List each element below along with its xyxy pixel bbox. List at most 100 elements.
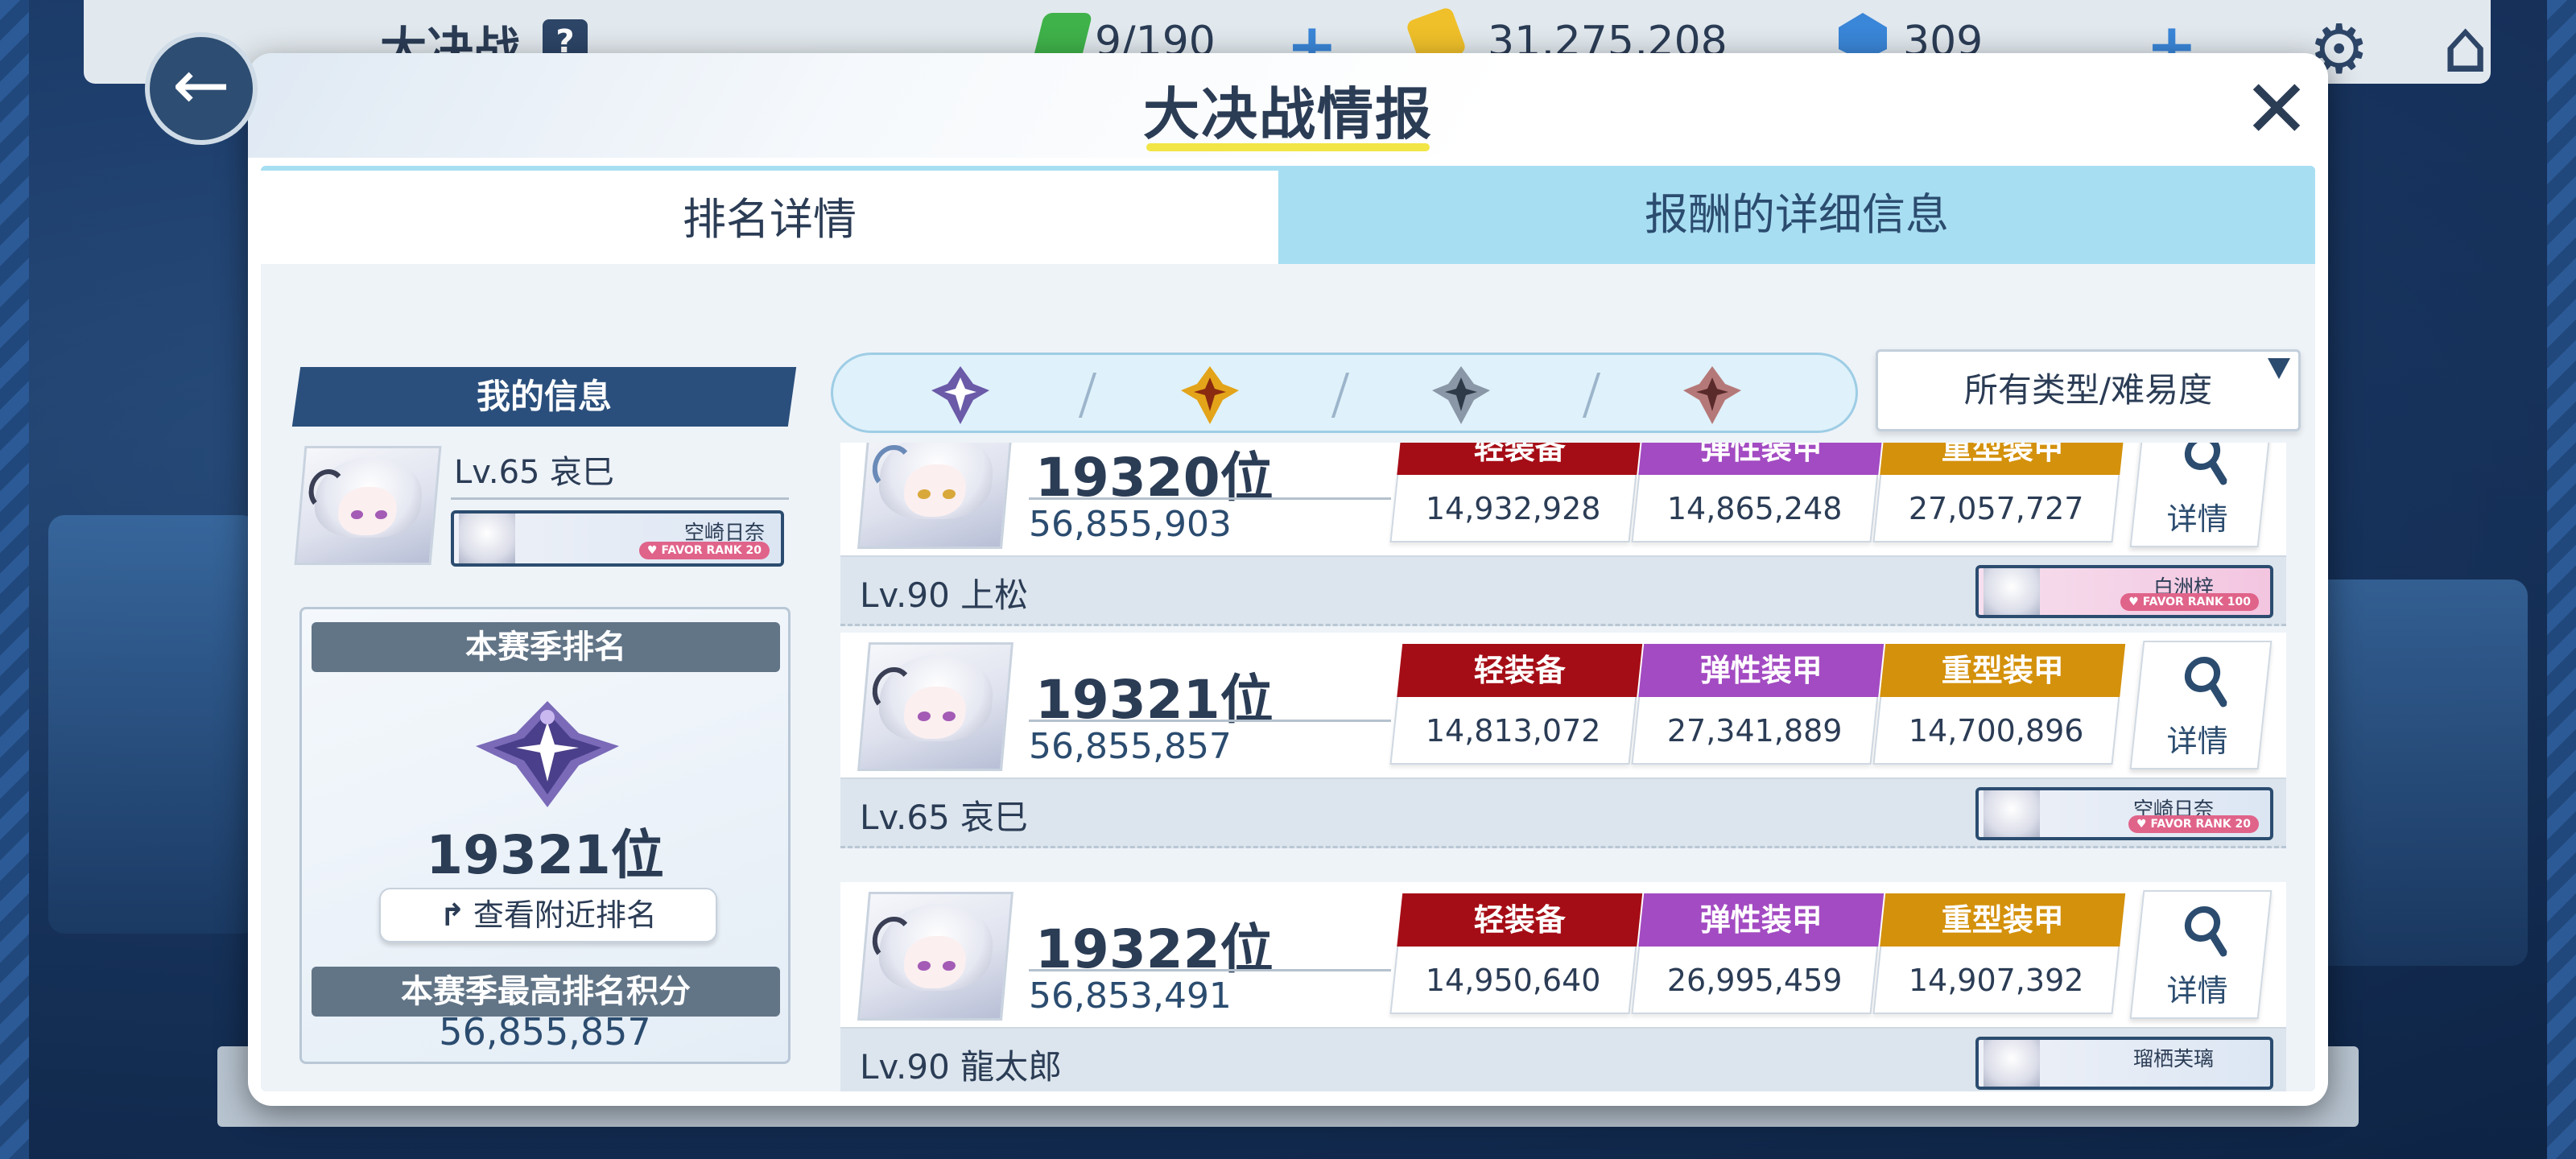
battle-info-modal: 大决战情报 ✕ 排名详情 报酬的详细信息 我的信息 Lv.65 哀巳 空崎日奈 … <box>248 53 2328 1106</box>
modal-title: 大决战情报 <box>1143 81 1433 147</box>
detail-button[interactable]: 详情 <box>2129 443 2273 547</box>
tab-reward-details[interactable]: 报酬的详细信息 <box>1278 166 2315 264</box>
rank-divider <box>1029 497 1391 500</box>
bronze-tier-filter-icon[interactable] <box>1680 363 1744 427</box>
avatar <box>857 892 1013 1021</box>
heavy-armor-score: 重型装甲 27,057,727 <box>1872 443 2126 547</box>
player-level-name: Lv.65 哀巳 <box>860 798 1029 837</box>
favor-student-name: 瑠栖芙璃 <box>2132 1047 2214 1070</box>
platinum-tier-filter-icon[interactable] <box>928 363 993 427</box>
total-score: 56,855,903 <box>1029 504 1232 545</box>
player-info-bar: Lv.65 哀巳 空崎日奈 ♥ FAVOR RANK 20 <box>840 779 2286 848</box>
light-armor-label: 轻装备 <box>1473 443 1566 466</box>
tab-ranking-details[interactable]: 排名详情 <box>261 166 1278 264</box>
light-armor-label: 轻装备 <box>1473 653 1566 688</box>
avatar <box>857 642 1013 771</box>
ranking-list[interactable]: 19320位 56,855,903 轻装备 14,932,928 弹性装甲 14… <box>831 443 2297 1091</box>
season-best-score: 56,855,857 <box>439 1010 651 1054</box>
light-armor-score: 轻装备 14,950,640 <box>1389 893 1643 1019</box>
light-armor-value: 14,950,640 <box>1426 963 1601 998</box>
heavy-armor-score: 重型装甲 14,700,896 <box>1872 644 2126 769</box>
elastic-armor-value: 27,341,889 <box>1667 713 1843 749</box>
light-armor-label: 轻装备 <box>1473 902 1566 938</box>
background-stripe-right <box>2547 0 2576 1159</box>
elastic-armor-label: 弹性装甲 <box>1699 443 1823 466</box>
back-arrow-icon[interactable]: ← <box>145 32 258 145</box>
filter-separator <box>1331 373 1350 418</box>
favor-student-thumb <box>459 514 515 563</box>
light-armor-score: 轻装备 14,813,072 <box>1389 644 1643 769</box>
view-nearby-ranking-button[interactable]: ↱ 查看附近排名 <box>379 888 717 942</box>
favor-plate: 空崎日奈 ♥ FAVOR RANK 20 <box>1975 787 2273 840</box>
view-nearby-label: 查看附近排名 <box>473 897 657 933</box>
player-level-name: Lv.90 上松 <box>860 575 1029 615</box>
background-console-right <box>2302 580 2528 966</box>
total-score: 56,855,857 <box>1029 726 1232 767</box>
silver-tier-filter-icon[interactable] <box>1429 363 1493 427</box>
my-level-name: Lv.65 哀巳 <box>454 454 615 491</box>
season-rank-label: 本赛季排名 <box>312 622 780 672</box>
light-armor-value: 14,813,072 <box>1426 713 1601 749</box>
favor-rank-badge: ♥ FAVOR RANK 20 <box>639 542 770 559</box>
share-arrow-icon: ↱ <box>440 897 465 933</box>
rank-position: 19321位 <box>1035 669 1274 731</box>
elastic-armor-score: 弹性装甲 14,865,248 <box>1631 443 1885 547</box>
light-armor-score: 轻装备 14,932,928 <box>1389 443 1643 547</box>
favor-student-thumb <box>1984 568 2040 615</box>
dropdown-triangle-icon <box>2268 358 2290 379</box>
elastic-armor-label: 弹性装甲 <box>1699 902 1823 938</box>
total-score: 56,853,491 <box>1029 975 1232 1017</box>
search-icon <box>2184 443 2227 485</box>
avatar <box>294 446 442 565</box>
rank-divider <box>1029 969 1391 971</box>
heavy-armor-label: 重型装甲 <box>1941 902 2064 938</box>
favor-student-thumb <box>1984 1040 2040 1087</box>
tier-filter-bar <box>831 353 1858 433</box>
player-info-bar: Lv.90 上松 白洲梓 ♥ FAVOR RANK 100 <box>840 557 2286 626</box>
name-divider <box>451 497 789 500</box>
rank-divider <box>1029 720 1391 722</box>
ranking-card: 19321位 56,855,857 轻装备 14,813,072 弹性装甲 27… <box>840 633 2286 779</box>
type-difficulty-label: 所有类型/难易度 <box>1963 370 2213 410</box>
heavy-armor-score: 重型装甲 14,907,392 <box>1872 893 2126 1019</box>
filter-separator <box>1582 373 1601 418</box>
home-icon[interactable]: ⌂ <box>2442 5 2488 89</box>
detail-button[interactable]: 详情 <box>2129 641 2273 769</box>
detail-label: 详情 <box>2166 724 2228 759</box>
my-info-header: 我的信息 <box>291 367 797 427</box>
my-info-header-label: 我的信息 <box>476 377 612 416</box>
type-difficulty-dropdown[interactable]: 所有类型/难易度 <box>1876 349 2301 431</box>
detail-label: 详情 <box>2166 501 2228 537</box>
heavy-armor-label: 重型装甲 <box>1941 443 2064 466</box>
ranking-card: 19320位 56,855,903 轻装备 14,932,928 弹性装甲 14… <box>840 443 2286 557</box>
heavy-armor-value: 27,057,727 <box>1909 491 2084 526</box>
gold-tier-filter-icon[interactable] <box>1178 363 1242 427</box>
search-icon <box>2184 906 2227 957</box>
ranking-card: 19322位 56,853,491 轻装备 14,950,640 弹性装甲 26… <box>840 882 2286 1029</box>
platinum-rank-emblem-icon <box>476 701 619 807</box>
favor-plate: 白洲梓 ♥ FAVOR RANK 100 <box>1975 565 2273 618</box>
favor-rank-badge: ♥ FAVOR RANK 20 <box>2128 815 2259 833</box>
title-underline <box>1146 143 1430 151</box>
rank-position: 19320位 <box>1035 447 1274 509</box>
player-info-bar: Lv.90 龍太郎 瑠栖芙璃 <box>840 1029 2286 1091</box>
background-stripe-left <box>0 0 29 1159</box>
modal-header: 大决战情报 ✕ <box>248 53 2328 158</box>
favor-student-thumb <box>1984 790 2040 837</box>
player-level-name: Lv.90 龍太郎 <box>860 1047 1063 1087</box>
filter-separator <box>1078 373 1097 418</box>
elastic-armor-label: 弹性装甲 <box>1699 653 1823 688</box>
favor-plate: 空崎日奈 ♥ FAVOR RANK 20 <box>451 510 784 567</box>
favor-rank-badge: ♥ FAVOR RANK 100 <box>2120 593 2259 611</box>
avatar <box>857 443 1013 549</box>
favor-plate: 瑠栖芙璃 <box>1975 1037 2273 1090</box>
heavy-armor-value: 14,700,896 <box>1909 713 2084 749</box>
heavy-armor-label: 重型装甲 <box>1941 653 2064 688</box>
elastic-armor-value: 14,865,248 <box>1667 491 1843 526</box>
heavy-armor-value: 14,907,392 <box>1909 963 2084 998</box>
close-icon[interactable]: ✕ <box>2236 69 2317 151</box>
rank-position: 19322位 <box>1035 918 1274 980</box>
detail-button[interactable]: 详情 <box>2129 890 2273 1019</box>
elastic-armor-score: 弹性装甲 26,995,459 <box>1631 893 1885 1019</box>
elastic-armor-score: 弹性装甲 27,341,889 <box>1631 644 1885 769</box>
